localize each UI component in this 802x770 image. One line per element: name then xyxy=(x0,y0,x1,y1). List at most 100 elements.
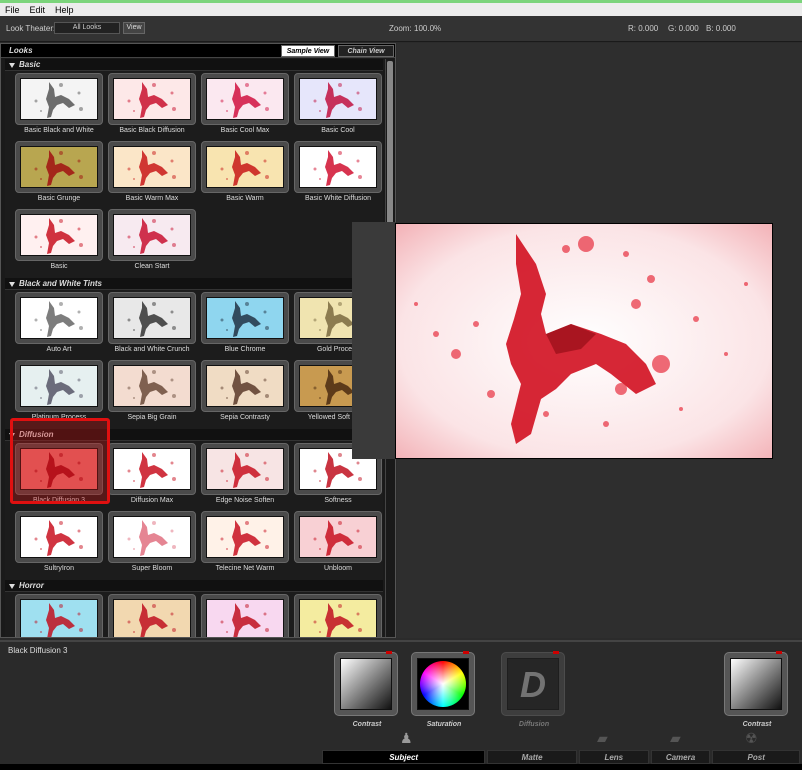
look-tile[interactable]: Platinum Process xyxy=(15,360,105,422)
look-tile[interactable]: Basic Grunge xyxy=(15,141,105,203)
look-thumbnail-frame[interactable] xyxy=(201,141,289,193)
look-label: Auto Art xyxy=(46,346,72,353)
look-label: Diffusion Max xyxy=(130,497,174,504)
look-tile[interactable]: Sepia Contrasty xyxy=(201,360,291,422)
look-tile[interactable] xyxy=(15,594,105,637)
look-tile[interactable]: Basic White Diffusion xyxy=(294,141,383,203)
radiation-icon: ☢ xyxy=(745,730,758,746)
look-thumbnail-frame[interactable] xyxy=(294,594,382,637)
look-tile[interactable]: Basic Black Diffusion xyxy=(108,73,198,135)
look-tile[interactable]: Unbloom xyxy=(294,511,383,573)
category-header[interactable]: Black and White Tints xyxy=(5,278,383,290)
look-thumbnail-frame[interactable] xyxy=(15,73,103,125)
look-tile[interactable]: Clean Start xyxy=(108,209,198,271)
menu-edit[interactable]: Edit xyxy=(25,5,51,15)
look-thumbnail xyxy=(299,516,377,558)
tab-matte[interactable]: Matte xyxy=(487,750,577,764)
tab-post[interactable]: Post xyxy=(712,750,800,764)
look-tile[interactable]: Basic Black and White xyxy=(15,73,105,135)
menu-file[interactable]: File xyxy=(0,5,25,15)
collapse-triangle-icon[interactable] xyxy=(9,282,15,287)
look-tile[interactable]: Edge Noise Soften xyxy=(201,443,291,505)
tab-camera[interactable]: Camera xyxy=(650,750,711,764)
look-thumbnail xyxy=(113,448,191,490)
look-thumbnail-frame[interactable] xyxy=(201,594,289,637)
tab-sample-view[interactable]: Sample View xyxy=(281,45,335,57)
status-bar xyxy=(0,764,802,770)
look-thumbnail xyxy=(20,365,98,407)
look-thumbnail-frame[interactable] xyxy=(15,141,103,193)
look-tile[interactable]: Basic Warm Max xyxy=(108,141,198,203)
look-thumbnail-frame[interactable] xyxy=(294,511,382,563)
look-thumbnail-frame[interactable] xyxy=(108,73,196,125)
look-thumbnail xyxy=(20,599,98,637)
tool-saturation[interactable]: Saturation xyxy=(411,651,477,728)
look-thumbnail-frame[interactable] xyxy=(108,292,196,344)
look-thumbnail-frame[interactable] xyxy=(201,443,289,495)
look-thumbnail-frame[interactable] xyxy=(294,141,382,193)
theater-select[interactable]: All Looks xyxy=(54,22,120,34)
look-tile[interactable] xyxy=(294,594,383,637)
look-tile[interactable]: Blue Chrome xyxy=(201,292,291,354)
look-tile[interactable]: Basic Cool Max xyxy=(201,73,291,135)
look-thumbnail-frame[interactable] xyxy=(15,292,103,344)
menu-help[interactable]: Help xyxy=(50,5,79,15)
look-thumbnail xyxy=(299,599,377,637)
menu-bar: File Edit Help xyxy=(0,0,802,16)
look-thumbnail-frame[interactable] xyxy=(15,594,103,637)
category-header[interactable]: Horror xyxy=(5,580,383,592)
look-tile[interactable]: Basic Warm xyxy=(201,141,291,203)
look-tile[interactable]: Diffusion Max xyxy=(108,443,198,505)
preview-splash xyxy=(396,224,772,458)
look-label: Unbloom xyxy=(323,565,352,572)
looks-title: Looks xyxy=(9,46,33,55)
lens-icon: ▰ xyxy=(597,730,608,746)
subject-person-icon: ♟ xyxy=(400,730,413,746)
look-tile[interactable]: Super Bloom xyxy=(108,511,198,573)
look-thumbnail xyxy=(113,297,191,339)
collapse-triangle-icon[interactable] xyxy=(9,63,15,68)
look-tile[interactable] xyxy=(108,594,198,637)
look-label: Softness xyxy=(324,497,352,504)
toolbar: Look Theater: All Looks View Zoom: 100.0… xyxy=(0,16,802,42)
look-thumbnail-frame[interactable] xyxy=(15,209,103,261)
tab-lens[interactable]: Lens xyxy=(578,750,649,764)
look-thumbnail-frame[interactable] xyxy=(201,360,289,412)
look-tile[interactable] xyxy=(201,594,291,637)
look-thumbnail-frame[interactable] xyxy=(108,443,196,495)
look-thumbnail-frame[interactable] xyxy=(108,209,196,261)
look-tile[interactable]: Basic xyxy=(15,209,105,271)
looks-panel: Looks Sample View Chain View Basic Basic … xyxy=(0,43,396,638)
tab-subject[interactable]: Subject xyxy=(322,750,486,764)
view-button[interactable]: View xyxy=(123,22,145,34)
collapse-triangle-icon[interactable] xyxy=(9,584,15,589)
preview-image xyxy=(395,223,773,459)
look-thumbnail-frame[interactable] xyxy=(15,360,103,412)
viewer-shadow xyxy=(352,222,396,459)
look-tile[interactable]: Auto Art xyxy=(15,292,105,354)
look-tile[interactable]: Telecine Net Warm xyxy=(201,511,291,573)
look-thumbnail-frame[interactable] xyxy=(201,511,289,563)
look-tile[interactable]: Sepia Big Grain xyxy=(108,360,198,422)
category-name: Black and White Tints xyxy=(19,279,102,288)
tab-chain-view[interactable]: Chain View xyxy=(338,45,394,57)
look-thumbnail-frame[interactable] xyxy=(15,511,103,563)
tool-post-contrast[interactable]: Contrast xyxy=(724,651,790,728)
look-tile[interactable]: Black and White Crunch xyxy=(108,292,198,354)
look-thumbnail-frame[interactable] xyxy=(294,73,382,125)
look-tile[interactable]: Basic Cool xyxy=(294,73,383,135)
look-thumbnail-frame[interactable] xyxy=(201,292,289,344)
look-thumbnail-frame[interactable] xyxy=(201,73,289,125)
look-thumbnail-frame[interactable] xyxy=(108,511,196,563)
look-label: Blue Chrome xyxy=(224,346,266,353)
category-header[interactable]: Basic xyxy=(5,59,383,71)
look-thumbnail-frame[interactable] xyxy=(108,141,196,193)
look-thumbnail-frame[interactable] xyxy=(108,360,196,412)
g-value: G: 0.000 xyxy=(668,24,699,33)
look-thumbnail-frame[interactable] xyxy=(108,594,196,637)
tool-diffusion[interactable]: D Diffusion xyxy=(501,651,567,728)
look-tile[interactable]: SultryIron xyxy=(15,511,105,573)
camera-icon: ▰ xyxy=(670,730,681,746)
tool-contrast[interactable]: Contrast xyxy=(334,651,400,728)
zoom-value: 100.0% xyxy=(414,24,442,33)
